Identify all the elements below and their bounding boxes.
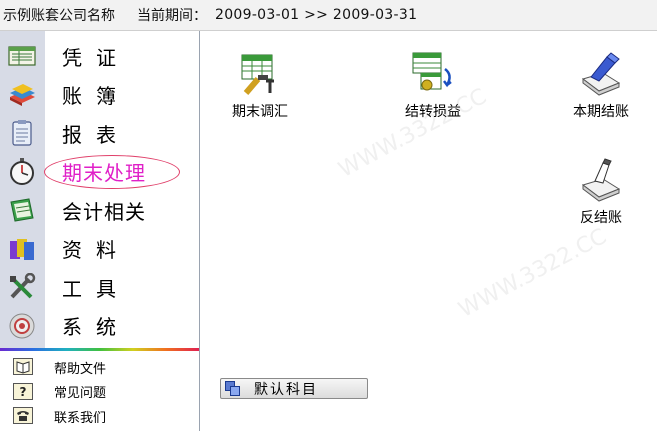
help-item-faq[interactable]: ? 常见问题 xyxy=(0,380,199,405)
carry-forward-icon xyxy=(412,52,452,91)
help-label-faq: 常见问题 xyxy=(54,386,107,402)
default-subject-button[interactable]: 默认科目 xyxy=(220,378,368,399)
tile-exchange-adjust[interactable]: 期末调汇 xyxy=(210,49,310,121)
help-list: 帮助文件 ? 常见问题 联系我们 xyxy=(0,355,199,429)
nav-item-tools[interactable]: 工具 xyxy=(0,268,200,307)
nav-label-materials: 资料 xyxy=(62,238,130,263)
help-item-contact[interactable]: 联系我们 xyxy=(0,404,199,429)
help-item-help-file[interactable]: 帮助文件 xyxy=(0,355,199,380)
stopwatch-icon xyxy=(10,157,34,185)
window-icon xyxy=(225,381,240,396)
system-icon xyxy=(9,313,35,338)
tile-carry-forward[interactable]: 结转损益 xyxy=(383,49,483,121)
period-value: 2009-03-01 >> 2009-03-31 xyxy=(215,7,418,23)
nav-label-ledger: 账簿 xyxy=(62,84,130,109)
help-label-contact: 联系我们 xyxy=(54,410,107,426)
reverse-close-icon xyxy=(581,158,621,202)
nav-item-voucher[interactable]: 凭证 xyxy=(0,37,200,76)
period-label: 当前期间： xyxy=(137,8,207,24)
default-subject-label: 默认科目 xyxy=(254,381,318,398)
report-icon xyxy=(12,120,32,146)
question-icon: ? xyxy=(13,382,33,400)
svg-text:?: ? xyxy=(20,385,27,399)
nav-label-tools: 工具 xyxy=(62,276,130,301)
nav-label-period-end: 期末处理 xyxy=(62,161,146,186)
title-bar: 示例账套公司名称 当前期间： 2009-03-01 >> 2009-03-31 xyxy=(0,0,657,31)
nav-label-report: 报表 xyxy=(62,122,130,147)
watermark: WWW.3322.CC xyxy=(454,224,611,323)
tools-icon xyxy=(10,273,36,299)
close-period-icon xyxy=(581,52,621,96)
accounting-notebook-icon xyxy=(10,198,34,222)
nav-item-accounting[interactable]: 会计相关 xyxy=(0,191,200,230)
telephone-icon xyxy=(13,407,33,424)
exchange-adjust-icon xyxy=(241,54,274,95)
nav-item-ledger[interactable]: 账簿 xyxy=(0,76,200,115)
tile-reverse-close[interactable]: 反结账 xyxy=(551,155,651,227)
main-panel: WWW.3322.CC WWW.3322.CC 期末调汇 结转损益 本期结账 反… xyxy=(201,31,657,431)
tile-label-exchange-adjust: 期末调汇 xyxy=(232,104,288,120)
book-icon xyxy=(13,358,33,375)
nav-item-report[interactable]: 报表 xyxy=(0,114,200,153)
ledger-books-icon xyxy=(10,83,35,106)
nav-label-accounting: 会计相关 xyxy=(62,199,146,224)
tile-close-period[interactable]: 本期结账 xyxy=(551,49,651,121)
nav-label-system: 系统 xyxy=(62,315,130,340)
nav-item-materials[interactable]: 资料 xyxy=(0,230,200,269)
tile-label-carry-forward: 结转损益 xyxy=(405,104,461,120)
tile-label-close-period: 本期结账 xyxy=(573,104,629,120)
folders-icon xyxy=(10,238,34,260)
nav-item-period-end[interactable]: 期末处理 xyxy=(0,153,200,192)
help-label-help-file: 帮助文件 xyxy=(54,361,107,377)
nav-list: 凭证 账簿 报表 期末处理 会计相关 资料 工具 系统 xyxy=(0,37,200,345)
sidebar: 凭证 账簿 报表 期末处理 会计相关 资料 工具 系统 帮助文件 ? 常见问题 … xyxy=(0,31,200,431)
tile-label-reverse-close: 反结账 xyxy=(580,210,622,226)
nav-item-system[interactable]: 系统 xyxy=(0,307,200,346)
voucher-icon xyxy=(8,46,36,66)
nav-label-voucher: 凭证 xyxy=(62,45,130,70)
company-name: 示例账套公司名称 xyxy=(3,8,115,24)
rainbow-divider xyxy=(0,348,199,351)
